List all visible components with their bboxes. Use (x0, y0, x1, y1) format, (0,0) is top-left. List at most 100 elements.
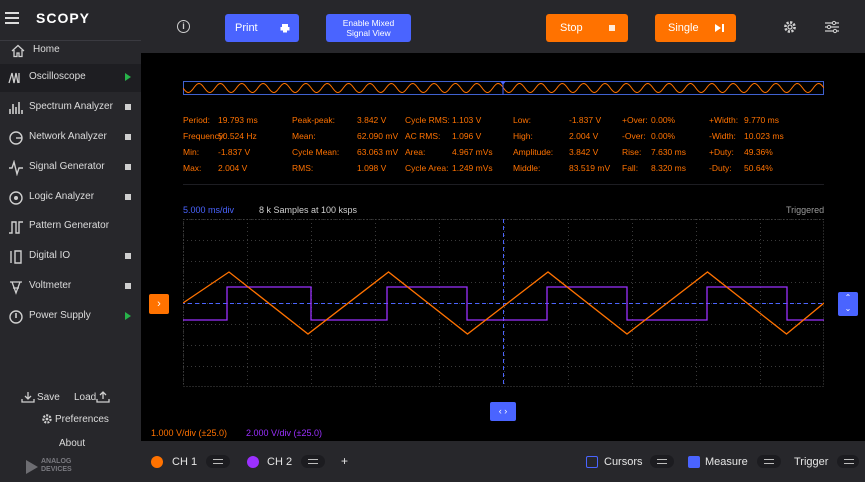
ch1-color-dot[interactable] (151, 456, 163, 468)
measurement-label: +Duty: (709, 147, 734, 157)
channel-bar: CH 1 CH 2 + Cursors Measure Trigger (141, 441, 865, 482)
measure-settings-icon[interactable] (757, 455, 781, 468)
stopped-status-icon[interactable] (125, 253, 131, 259)
single-button[interactable]: Single (655, 14, 736, 42)
trigger-settings-icon[interactable] (837, 455, 859, 468)
voltmeter-icon (10, 281, 22, 295)
enable-mixed-signal-view-button[interactable]: Enable Mixed Signal View (326, 14, 411, 42)
mixed-signal-label-line2: Signal View (346, 28, 391, 38)
measurement-value: 3.842 V (357, 115, 387, 125)
top-toolbar: i Print Enable Mixed Signal View Stop Si… (141, 0, 865, 53)
cursors-settings-icon[interactable] (650, 455, 674, 468)
sidebar-item-digital-io[interactable]: Digital IO (0, 243, 141, 271)
measurement-value: 1.249 mVs (452, 163, 493, 173)
stop-label: Stop (560, 22, 583, 34)
load-icon[interactable] (96, 391, 110, 403)
print-button[interactable]: Print (225, 14, 299, 42)
timebase-overview[interactable] (183, 81, 824, 95)
signal-icon (9, 160, 23, 176)
cursors-checkbox[interactable] (586, 456, 598, 468)
save-button[interactable]: Save (37, 392, 60, 403)
measurement-value: 7.630 ms (651, 147, 686, 157)
logo-line-2: DEVICES (41, 466, 72, 473)
sidebar-item-power-supply[interactable]: Power Supply (0, 303, 141, 331)
measurement-label: Mean: (292, 131, 316, 141)
measurement-value: 62.090 mV (357, 131, 399, 141)
mixed-signal-label-line1: Enable Mixed (342, 18, 395, 28)
measurement-label: Cycle Area: (405, 163, 449, 173)
ch1-button[interactable]: CH 1 (172, 456, 197, 468)
ch2-settings-icon[interactable] (301, 455, 325, 468)
save-icon[interactable] (21, 391, 35, 403)
measurement-value: 1.103 V (452, 115, 482, 125)
running-status-icon[interactable] (125, 73, 131, 81)
ch2-color-dot[interactable] (247, 456, 259, 468)
cursors-button[interactable]: Cursors (604, 456, 643, 468)
ch1-settings-icon[interactable] (206, 455, 230, 468)
sidebar-item-voltmeter[interactable]: Voltmeter (0, 273, 141, 301)
measurement-label: High: (513, 131, 533, 141)
sidebar-item-spectrum-analyzer[interactable]: Spectrum Analyzer (0, 94, 141, 122)
measurement-value: 2.004 V (218, 163, 248, 173)
load-button[interactable]: Load (74, 392, 96, 403)
sidebar-item-label: Signal Generator (29, 161, 105, 172)
sidebar-item-home[interactable]: Home (0, 37, 141, 65)
stopped-status-icon[interactable] (125, 104, 131, 110)
single-label: Single (668, 22, 699, 34)
analog-devices-mark-icon (26, 460, 38, 474)
home-icon (11, 44, 25, 58)
measurement-label: -Over: (622, 131, 646, 141)
print-icon (280, 24, 290, 33)
time-position-handle[interactable]: ‹ › (490, 402, 516, 421)
measurement-label: Period: (183, 115, 210, 125)
ch1-offset-handle[interactable]: › (149, 294, 169, 314)
measurement-label: Max: (183, 163, 202, 173)
trigger-button[interactable]: Trigger (794, 456, 828, 468)
sidebar-item-label: Power Supply (29, 310, 91, 321)
add-channel-button[interactable]: + (341, 454, 348, 468)
stopped-status-icon[interactable] (125, 283, 131, 289)
power-icon (9, 310, 23, 324)
measure-button[interactable]: Measure (705, 456, 748, 468)
logic-icon (9, 191, 23, 205)
measurement-label: +Over: (622, 115, 648, 125)
waveform-plot[interactable] (183, 219, 824, 387)
sidebar-item-signal-generator[interactable]: Signal Generator (0, 154, 141, 182)
running-status-icon[interactable] (125, 312, 131, 320)
gear-icon[interactable] (783, 20, 797, 34)
measurement-value: 19.793 ms (218, 115, 258, 125)
sidebar-item-pattern-generator[interactable]: Pattern Generator (0, 213, 141, 241)
trigger-level-handle[interactable]: ⌃ ⌄ (838, 292, 858, 316)
measurement-value: 63.063 mV (357, 147, 399, 157)
sidebar-item-logic-analyzer[interactable]: Logic Analyzer (0, 184, 141, 212)
measurements-divider (183, 184, 824, 185)
measurement-value: 10.023 ms (744, 131, 784, 141)
about-button[interactable]: About (59, 438, 85, 449)
preferences-gear-icon[interactable] (41, 413, 53, 425)
measurement-label: AC RMS: (405, 131, 441, 141)
stop-button[interactable]: Stop (546, 14, 628, 42)
measure-checkbox[interactable] (688, 456, 700, 468)
stopped-status-icon[interactable] (125, 134, 131, 140)
menu-icon[interactable] (5, 12, 19, 24)
measurement-value: 0.00% (651, 115, 676, 125)
trigger-status: Triggered (786, 205, 825, 215)
sidebar-item-oscilloscope[interactable]: Oscilloscope (0, 64, 141, 92)
stopped-status-icon[interactable] (125, 164, 131, 170)
measurement-label: -Width: (709, 131, 736, 141)
measurement-value: 8.320 ms (651, 163, 686, 173)
sidebar-item-network-analyzer[interactable]: Network Analyzer (0, 124, 141, 152)
oscilloscope-icon (8, 72, 20, 84)
ch2-button[interactable]: CH 2 (267, 456, 292, 468)
measurement-label: Cycle RMS: (405, 115, 450, 125)
measurement-label: Low: (513, 115, 531, 125)
sidebar-item-label: Digital IO (29, 250, 71, 261)
ch2-volts-per-div: 2.000 V/div (±25.0) (246, 428, 322, 438)
settings-sliders-icon[interactable] (824, 20, 840, 34)
measurement-label: Amplitude: (513, 147, 554, 157)
stop-square-icon (609, 25, 615, 31)
measurement-value: 49.36% (744, 147, 773, 157)
info-icon[interactable]: i (177, 20, 190, 33)
preferences-button[interactable]: Preferences (55, 414, 109, 425)
stopped-status-icon[interactable] (125, 194, 131, 200)
